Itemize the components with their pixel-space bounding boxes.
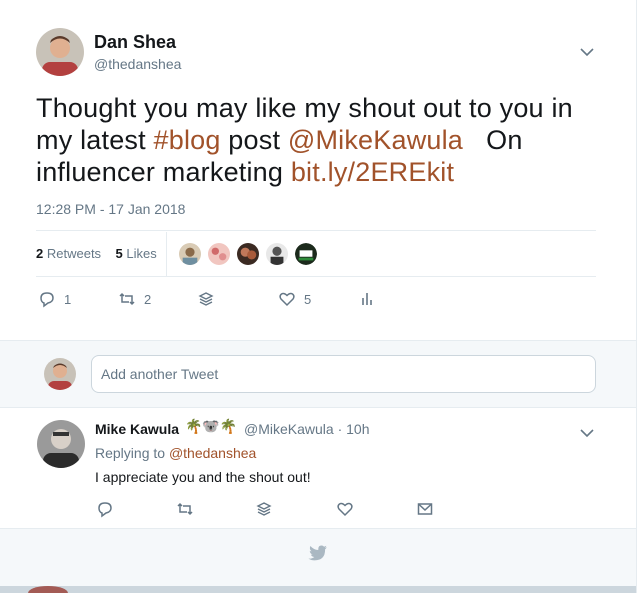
reply-button[interactable] [96,500,114,518]
next-tweet-avatar-peek [28,586,68,593]
chevron-down-icon[interactable] [580,44,594,60]
retweet-button[interactable]: 2 [118,290,151,308]
replying-to: Replying to @thedanshea [95,445,256,461]
reply-author-avatar[interactable] [37,420,85,468]
likes-stat[interactable]: 5 Likes [116,246,157,261]
reply-icon [98,502,112,518]
heart-icon [337,502,353,517]
retweets-label: Retweets [46,246,102,261]
bird-icon [306,545,328,568]
retweet-icon [119,292,135,306]
reply-count: 1 [64,291,72,307]
layers-button[interactable] [255,500,273,518]
divider [36,276,596,277]
divider [36,230,596,231]
tweet-footer [0,528,636,586]
retweet-count: 2 [144,291,152,307]
liker-avatar[interactable] [178,242,202,266]
mention-link[interactable]: @MikeKawula [288,125,463,155]
likes-count: 5 [115,246,123,261]
layers-icon [198,292,214,306]
reply-button[interactable]: 1 [38,290,71,308]
like-button[interactable]: 5 [278,290,311,308]
retweet-button[interactable] [176,500,194,518]
reply-author-name[interactable]: Mike Kawula [95,421,179,437]
tweet-timestamp[interactable]: 12:28 PM - 17 Jan 2018 [36,201,185,217]
analytics-button[interactable] [358,290,376,308]
scroll-edge [636,0,642,593]
like-count: 5 [304,291,312,307]
layers-button[interactable] [197,290,215,308]
retweets-count: 2 [36,246,44,261]
replying-to-link[interactable]: @thedanshea [169,445,256,461]
liker-avatar[interactable] [236,242,260,266]
author-name[interactable]: Dan Shea [94,32,176,53]
author-avatar[interactable] [36,28,84,76]
add-tweet-input[interactable]: Add another Tweet [91,355,596,393]
reply-author-handle[interactable]: @MikeKawula · 10h [244,421,370,437]
liker-avatar[interactable] [207,242,231,266]
tweet-card: Dan Shea @thedanshea Thought you may lik… [0,0,636,586]
retweet-icon [177,502,193,516]
envelope-icon [417,503,433,515]
message-button[interactable] [416,500,434,518]
chevron-down-icon[interactable] [580,425,594,441]
reply-text: I appreciate you and the shout out! [95,469,311,485]
reply-icon [40,292,54,308]
retweets-stat[interactable]: 2 Retweets [36,246,101,261]
reply-author-emojis: 🌴🐨🌴 [185,418,238,434]
like-button[interactable] [336,500,354,518]
analytics-icon [362,293,372,305]
reply-composer: Add another Tweet [0,340,636,408]
tweet-text: Thought you may like my shout out to you… [36,92,606,188]
likes-label: Likes [126,246,157,261]
liker-avatar[interactable] [294,242,318,266]
liker-avatar[interactable] [265,242,289,266]
url-link[interactable]: bit.ly/2EREkit [291,157,454,187]
hashtag-link[interactable]: #blog [154,125,221,155]
stats-separator [166,232,167,276]
user-avatar[interactable] [44,358,76,390]
replying-prefix: Replying to [95,445,169,461]
heart-icon [279,292,295,307]
tweet-text-part: post [220,125,288,155]
engagement-stats: 2 Retweets 5 Likes [36,246,157,261]
author-handle[interactable]: @thedanshea [94,56,181,72]
layers-icon [256,502,272,516]
